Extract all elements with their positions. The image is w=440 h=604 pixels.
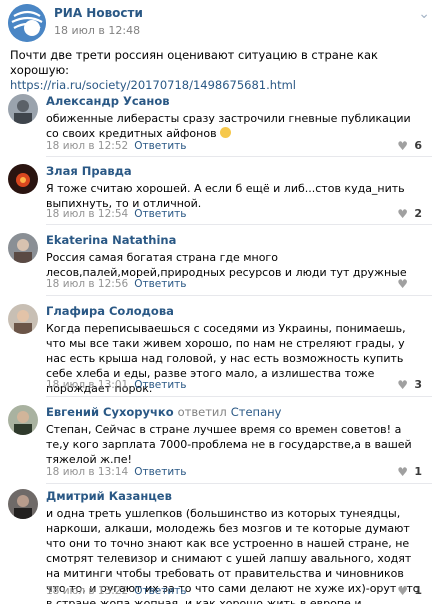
user-photo-icon — [8, 405, 38, 435]
reply-button[interactable]: Ответить — [134, 278, 186, 290]
comment-date[interactable]: 18 июл в 12:52 — [46, 140, 128, 152]
like-count: 1 — [414, 465, 422, 478]
avatar[interactable] — [8, 233, 38, 263]
ria-logo-avatar[interactable] — [8, 4, 46, 42]
heart-icon[interactable]: ♥ — [397, 139, 408, 153]
heart-icon[interactable]: ♥ — [397, 584, 408, 598]
user-photo-icon — [8, 489, 38, 519]
heart-icon[interactable]: ♥ — [397, 378, 408, 392]
comment-date[interactable]: 18 июл в 13:14 — [46, 466, 128, 478]
avatar[interactable] — [8, 405, 38, 435]
post-author[interactable]: РИА Новости — [54, 6, 143, 20]
comment-author-name[interactable]: Евгений Сухоручко — [46, 405, 174, 419]
avatar[interactable] — [8, 164, 38, 194]
comment-meta: 18 июл в 13:14 Ответить — [46, 466, 186, 478]
post-date[interactable]: 18 июл в 12:48 — [54, 24, 140, 37]
comment-author[interactable]: Глафира Солодова — [46, 304, 174, 318]
comment-text: Я тоже считаю хорошей. А если б ещё и ли… — [46, 182, 405, 210]
comment-meta: 18 июл в 13:22 Ответить — [46, 585, 186, 597]
like-count: 6 — [414, 139, 422, 152]
post-link[interactable]: https://ria.ru/society/20170718/14986756… — [10, 78, 430, 93]
replied-to-label: ответил — [177, 405, 227, 419]
comment-author: Евгений Сухоручко ответил Степану — [46, 405, 281, 419]
reply-button[interactable]: Ответить — [134, 208, 186, 220]
comment-text: обиженные либерасты сразу застрочили гне… — [46, 112, 411, 140]
avatar[interactable] — [8, 489, 38, 519]
post-header: РИА Новости 18 июл в 12:48 ⌄ — [0, 0, 440, 44]
comment-date[interactable]: 18 июл в 12:54 — [46, 208, 128, 220]
user-photo-icon — [8, 233, 38, 263]
comment-author[interactable]: Ekaterina Natathina — [46, 233, 176, 247]
reply-button[interactable]: Ответить — [134, 140, 186, 152]
replied-to-name[interactable]: Степану — [231, 405, 282, 419]
like-count: 3 — [414, 378, 422, 391]
globe-logo-icon — [8, 4, 46, 42]
comment-author[interactable]: Злая Правда — [46, 164, 132, 178]
comment-text: Россия самая богатая страна где много ле… — [46, 251, 407, 279]
reply-button[interactable]: Ответить — [134, 585, 186, 597]
comment-date[interactable]: 18 июл в 12:56 — [46, 278, 128, 290]
post-body: Почти две трети россиян оценивают ситуац… — [10, 48, 430, 93]
divider — [46, 483, 432, 484]
like-count: 2 — [414, 207, 422, 220]
divider — [46, 156, 432, 157]
comment-text: Степан, Сейчас в стране лучшее время со … — [46, 423, 412, 466]
laughing-emoji-icon — [220, 127, 232, 138]
heart-icon[interactable]: ♥ — [397, 277, 408, 291]
comment-meta: 18 июл в 12:52 Ответить — [46, 140, 186, 152]
comment-meta: 18 июл в 12:56 Ответить — [46, 278, 186, 290]
reply-button[interactable]: Ответить — [134, 379, 186, 391]
comment-author[interactable]: Дмитрий Казанцев — [46, 489, 172, 503]
divider — [46, 295, 432, 296]
avatar[interactable] — [8, 304, 38, 334]
comment-author[interactable]: Александр Усанов — [46, 94, 170, 108]
divider — [46, 224, 432, 225]
chevron-down-icon[interactable]: ⌄ — [418, 6, 430, 22]
divider — [46, 396, 432, 397]
heart-icon[interactable]: ♥ — [397, 207, 408, 221]
user-photo-icon — [8, 164, 38, 194]
reply-button[interactable]: Ответить — [134, 466, 186, 478]
comment-meta: 18 июл в 12:54 Ответить — [46, 208, 186, 220]
user-photo-icon — [8, 94, 38, 124]
heart-icon[interactable]: ♥ — [397, 465, 408, 479]
comment-date[interactable]: 18 июл в 13:01 — [46, 379, 128, 391]
post-text: Почти две трети россиян оценивают ситуац… — [10, 48, 378, 77]
user-photo-icon — [8, 304, 38, 334]
comment-date[interactable]: 18 июл в 13:22 — [46, 585, 128, 597]
like-count: 1 — [414, 584, 422, 597]
comment-meta: 18 июл в 13:01 Ответить — [46, 379, 186, 391]
avatar[interactable] — [8, 94, 38, 124]
